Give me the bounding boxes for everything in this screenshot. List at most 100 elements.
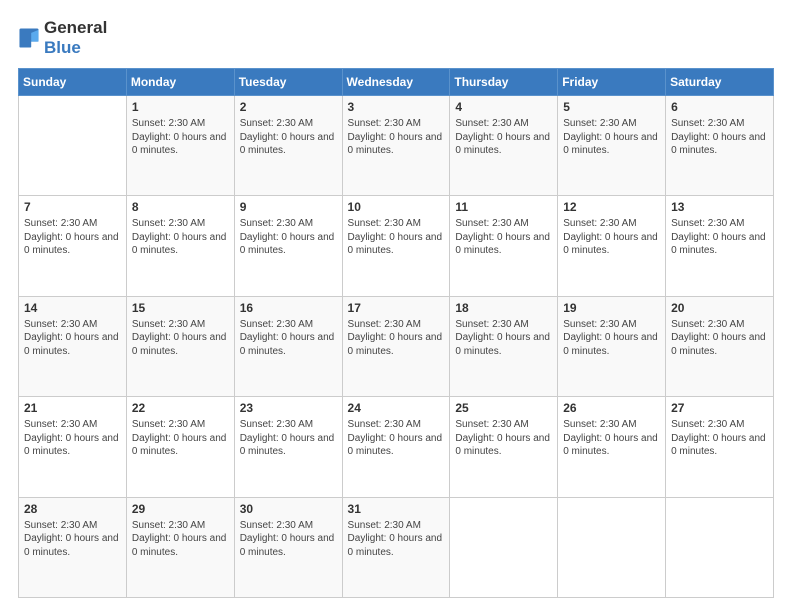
calendar-cell: 13Sunset: 2:30 AMDaylight: 0 hours and 0…	[666, 196, 774, 296]
day-number: 23	[240, 401, 337, 415]
day-info: Sunset: 2:30 AMDaylight: 0 hours and 0 m…	[348, 520, 443, 558]
day-info: Sunset: 2:30 AMDaylight: 0 hours and 0 m…	[671, 419, 766, 457]
day-number: 15	[132, 301, 229, 315]
day-number: 5	[563, 100, 660, 114]
calendar-cell	[450, 497, 558, 597]
calendar-cell: 19 Sunset: 2:30 AMDaylight: 0 hours and 0…	[558, 296, 666, 396]
days-of-week-row: Sunday Monday Tuesday Wednesday Thursday…	[19, 69, 774, 96]
day-info: Sunset: 2:30 AMDaylight: 0 hours and 0 m…	[455, 218, 550, 256]
day-number: 13	[671, 200, 768, 214]
day-info: Sunset: 2:30 AMDaylight: 0 hours and 0 m…	[563, 118, 658, 156]
day-number: 16	[240, 301, 337, 315]
day-info: Sunset: 2:30 AMDaylight: 0 hours and 0 m…	[563, 419, 658, 457]
col-saturday: Saturday	[666, 69, 774, 96]
calendar-cell: 27 Sunset: 2:30 AMDaylight: 0 hours and 0…	[666, 397, 774, 497]
day-info: Sunset: 2:30 AMDaylight: 0 hours and 0 m…	[132, 118, 227, 156]
calendar-cell	[558, 497, 666, 597]
calendar-cell: 5 Sunset: 2:30 AMDaylight: 0 hours and 0 …	[558, 96, 666, 196]
day-info: Sunset: 2:30 AMDaylight: 0 hours and 0 m…	[24, 419, 119, 457]
calendar-cell: 28 Sunset: 2:30 AMDaylight: 0 hours and 0…	[19, 497, 127, 597]
day-info: Sunset: 2:30 AMDaylight: 0 hours and 0 m…	[24, 218, 119, 256]
calendar-cell: 10 Sunset: 2:30 AMDaylight: 0 hours and 0…	[342, 196, 450, 296]
day-info: Sunset: 2:30 AMDaylight: 0 hours and 0 m…	[132, 419, 227, 457]
calendar-cell: 16Sunset: 2:30 AMDaylight: 0 hours and 0…	[234, 296, 342, 396]
day-number: 29	[132, 502, 229, 516]
day-info: Sunset: 2:30 AMDaylight: 0 hours and 0 m…	[671, 319, 766, 357]
day-info: Sunset: 2:30 AMDaylight: 0 hours and 0 m…	[240, 419, 335, 457]
calendar: Sunday Monday Tuesday Wednesday Thursday…	[18, 68, 774, 598]
calendar-body: 1Sunset: 2:30 AMDaylight: 0 hours and 0 …	[19, 96, 774, 598]
day-info: Sunset: 2:30 AMDaylight: 0 hours and 0 m…	[563, 319, 658, 357]
calendar-cell: 4Sunset: 2:30 AMDaylight: 0 hours and 0 …	[450, 96, 558, 196]
calendar-cell: 12 Sunset: 2:30 AMDaylight: 0 hours and 0…	[558, 196, 666, 296]
day-info: Sunset: 2:30 AMDaylight: 0 hours and 0 m…	[563, 218, 658, 256]
day-number: 19	[563, 301, 660, 315]
week-row-1: 1Sunset: 2:30 AMDaylight: 0 hours and 0 …	[19, 96, 774, 196]
day-number: 8	[132, 200, 229, 214]
day-number: 3	[348, 100, 445, 114]
calendar-cell: 23 Sunset: 2:30 AMDaylight: 0 hours and 0…	[234, 397, 342, 497]
day-info: Sunset: 2:30 AMDaylight: 0 hours and 0 m…	[455, 419, 550, 457]
calendar-cell: 17 Sunset: 2:30 AMDaylight: 0 hours and 0…	[342, 296, 450, 396]
calendar-cell: 8Sunset: 2:30 AMDaylight: 0 hours and 0 …	[126, 196, 234, 296]
calendar-cell: 2 Sunset: 2:30 AMDaylight: 0 hours and 0 …	[234, 96, 342, 196]
day-number: 20	[671, 301, 768, 315]
day-number: 27	[671, 401, 768, 415]
calendar-cell: 31 Sunset: 2:30 AMDaylight: 0 hours and 0…	[342, 497, 450, 597]
calendar-cell: 9Sunset: 2:30 AMDaylight: 0 hours and 0 …	[234, 196, 342, 296]
day-info: Sunset: 2:30 AMDaylight: 0 hours and 0 m…	[348, 118, 443, 156]
day-info: Sunset: 2:30 AMDaylight: 0 hours and 0 m…	[132, 319, 227, 357]
col-tuesday: Tuesday	[234, 69, 342, 96]
col-friday: Friday	[558, 69, 666, 96]
calendar-cell	[666, 497, 774, 597]
calendar-cell: 30Sunset: 2:30 AMDaylight: 0 hours and 0…	[234, 497, 342, 597]
calendar-cell: 7 Sunset: 2:30 AMDaylight: 0 hours and 0 …	[19, 196, 127, 296]
day-info: Sunset: 2:30 AMDaylight: 0 hours and 0 m…	[348, 419, 443, 457]
logo: GeneralBlue	[18, 18, 107, 58]
calendar-cell: 22Sunset: 2:30 AMDaylight: 0 hours and 0…	[126, 397, 234, 497]
calendar-cell: 21 Sunset: 2:30 AMDaylight: 0 hours and 0…	[19, 397, 127, 497]
day-info: Sunset: 2:30 AMDaylight: 0 hours and 0 m…	[240, 218, 335, 256]
day-number: 14	[24, 301, 121, 315]
day-number: 17	[348, 301, 445, 315]
day-number: 31	[348, 502, 445, 516]
week-row-5: 28 Sunset: 2:30 AMDaylight: 0 hours and 0…	[19, 497, 774, 597]
calendar-cell: 24 Sunset: 2:30 AMDaylight: 0 hours and 0…	[342, 397, 450, 497]
day-info: Sunset: 2:30 AMDaylight: 0 hours and 0 m…	[348, 218, 443, 256]
day-number: 12	[563, 200, 660, 214]
logo-general: General	[44, 18, 107, 37]
logo-blue: Blue	[44, 38, 81, 57]
calendar-cell: 29 Sunset: 2:30 AMDaylight: 0 hours and 0…	[126, 497, 234, 597]
day-info: Sunset: 2:30 AMDaylight: 0 hours and 0 m…	[455, 319, 550, 357]
day-info: Sunset: 2:30 AMDaylight: 0 hours and 0 m…	[671, 118, 766, 156]
calendar-cell: 11Sunset: 2:30 AMDaylight: 0 hours and 0…	[450, 196, 558, 296]
day-number: 21	[24, 401, 121, 415]
calendar-cell	[19, 96, 127, 196]
day-number: 28	[24, 502, 121, 516]
day-info: Sunset: 2:30 AMDaylight: 0 hours and 0 m…	[132, 520, 227, 558]
day-info: Sunset: 2:30 AMDaylight: 0 hours and 0 m…	[348, 319, 443, 357]
day-number: 30	[240, 502, 337, 516]
day-number: 24	[348, 401, 445, 415]
col-thursday: Thursday	[450, 69, 558, 96]
calendar-cell: 15 Sunset: 2:30 AMDaylight: 0 hours and 0…	[126, 296, 234, 396]
week-row-3: 14 Sunset: 2:30 AMDaylight: 0 hours and 0…	[19, 296, 774, 396]
calendar-cell: 20 Sunset: 2:30 AMDaylight: 0 hours and 0…	[666, 296, 774, 396]
day-info: Sunset: 2:30 AMDaylight: 0 hours and 0 m…	[240, 118, 335, 156]
week-row-2: 7 Sunset: 2:30 AMDaylight: 0 hours and 0 …	[19, 196, 774, 296]
calendar-header: Sunday Monday Tuesday Wednesday Thursday…	[19, 69, 774, 96]
day-info: Sunset: 2:30 AMDaylight: 0 hours and 0 m…	[455, 118, 550, 156]
page: GeneralBlue Sunday Monday Tuesday Wednes…	[0, 0, 792, 612]
day-number: 7	[24, 200, 121, 214]
day-number: 25	[455, 401, 552, 415]
week-row-4: 21 Sunset: 2:30 AMDaylight: 0 hours and 0…	[19, 397, 774, 497]
day-number: 10	[348, 200, 445, 214]
day-number: 6	[671, 100, 768, 114]
logo-text: GeneralBlue	[44, 18, 107, 58]
day-number: 2	[240, 100, 337, 114]
day-info: Sunset: 2:30 AMDaylight: 0 hours and 0 m…	[24, 319, 119, 357]
calendar-cell: 14 Sunset: 2:30 AMDaylight: 0 hours and 0…	[19, 296, 127, 396]
calendar-cell: 25 Sunset: 2:30 AMDaylight: 0 hours and 0…	[450, 397, 558, 497]
day-info: Sunset: 2:30 AMDaylight: 0 hours and 0 m…	[24, 520, 119, 558]
calendar-cell: 18Sunset: 2:30 AMDaylight: 0 hours and 0…	[450, 296, 558, 396]
